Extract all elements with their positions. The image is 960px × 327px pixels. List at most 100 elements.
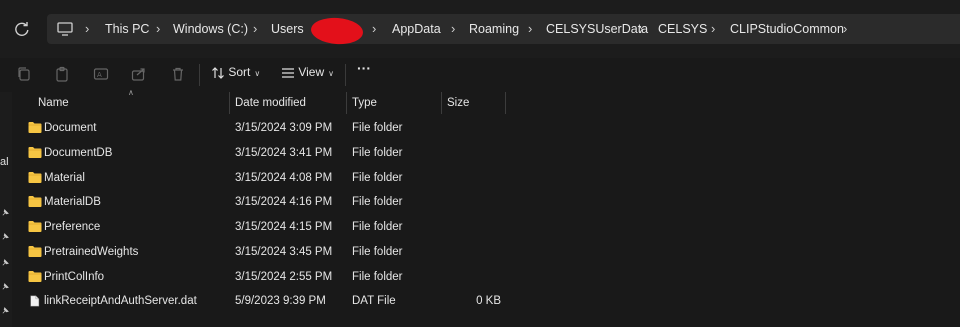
toolbar-divider [345, 64, 346, 86]
file-size [452, 265, 501, 289]
nav-pane-label[interactable]: al [0, 156, 9, 168]
breadcrumb-clipstudiocommon[interactable]: CLIPStudioCommon [730, 14, 844, 44]
chevron-right-icon[interactable]: › [253, 14, 257, 44]
file-type: File folder [352, 122, 403, 134]
column-header-date-modified[interactable]: Date modified [235, 92, 306, 114]
file-name: PrintColInfo [44, 271, 105, 283]
file-type: File folder [352, 196, 403, 208]
breadcrumb-windows-c[interactable]: Windows (C:) [173, 14, 248, 44]
file-date: 3/15/2024 2:55 PM [235, 271, 333, 283]
file-name: Document [44, 122, 97, 134]
copy-icon[interactable] [16, 66, 32, 82]
breadcrumb-appdata[interactable]: AppData [392, 14, 441, 44]
view-label: View [298, 65, 325, 79]
pin-icon [2, 259, 9, 266]
file-row[interactable]: DocumentDB 3/15/2024 3:41 PM File folder [12, 141, 960, 165]
file-name: Material [44, 172, 85, 184]
svg-text:A: A [97, 71, 102, 79]
file-size [452, 166, 501, 190]
file-date: 5/9/2023 9:39 PM [235, 295, 326, 307]
address-bar[interactable]: › This PC › Windows (C:) › Users › AppDa… [47, 14, 960, 44]
folder-icon [28, 221, 42, 232]
file-name: linkReceiptAndAuthServer.dat [44, 295, 197, 307]
sort-button[interactable]: Sort ∨ [211, 58, 260, 86]
breadcrumb-this-pc[interactable]: This PC [105, 14, 149, 44]
chevron-down-icon: ∨ [328, 69, 334, 78]
chevron-right-icon[interactable]: › [156, 14, 160, 44]
chevron-down-icon: ∨ [254, 69, 261, 78]
file-size [452, 215, 501, 239]
file-type: File folder [352, 246, 403, 258]
chevron-right-icon[interactable]: › [639, 14, 643, 44]
file-icon [30, 295, 40, 307]
sort-icon [212, 66, 224, 79]
file-row[interactable]: MaterialDB 3/15/2024 4:16 PM File folder [12, 190, 960, 214]
file-date: 3/15/2024 4:15 PM [235, 221, 333, 233]
column-divider[interactable] [229, 92, 230, 114]
folder-icon [28, 196, 42, 207]
file-row[interactable]: PrintColInfo 3/15/2024 2:55 PM File fold… [12, 265, 960, 289]
pin-icon [2, 233, 9, 240]
monitor-icon [57, 22, 73, 36]
toolbar-divider [199, 64, 200, 86]
pin-icon [2, 283, 9, 290]
file-row[interactable]: Document 3/15/2024 3:09 PM File folder [12, 116, 960, 140]
breadcrumb-roaming[interactable]: Roaming [469, 14, 519, 44]
breadcrumb-celsysuserdata[interactable]: CELSYSUserData [546, 14, 648, 44]
sort-ascending-icon: ∧ [128, 88, 134, 97]
folder-icon [28, 147, 42, 158]
file-size [452, 116, 501, 140]
file-date: 3/15/2024 3:45 PM [235, 246, 333, 258]
delete-icon[interactable] [170, 66, 186, 82]
chevron-right-icon[interactable]: › [451, 14, 455, 44]
breadcrumb-users[interactable]: Users [271, 14, 304, 44]
command-bar: A Sort ∨ View ∨ ··· [0, 58, 960, 92]
pin-icon [2, 307, 9, 314]
navigation-pane: al [0, 92, 12, 327]
column-divider[interactable] [441, 92, 442, 114]
address-bar-row: › This PC › Windows (C:) › Users › AppDa… [0, 0, 960, 58]
chevron-right-icon[interactable]: › [528, 14, 532, 44]
file-name: Preference [44, 221, 101, 233]
breadcrumb-celsys[interactable]: CELSYS [658, 14, 707, 44]
file-date: 3/15/2024 3:09 PM [235, 122, 333, 134]
file-size [452, 240, 501, 264]
file-size [452, 141, 501, 165]
pin-icon [2, 209, 9, 216]
file-size [452, 190, 501, 214]
rename-icon[interactable]: A [93, 66, 109, 82]
file-name: PretrainedWeights [44, 246, 139, 258]
chevron-right-icon[interactable]: › [372, 14, 376, 44]
file-name: MaterialDB [44, 196, 101, 208]
file-row[interactable]: Material 3/15/2024 4:08 PM File folder [12, 166, 960, 190]
more-options-button[interactable]: ··· [357, 54, 371, 82]
file-size: 0 KB [476, 295, 501, 307]
file-row[interactable]: Preference 3/15/2024 4:15 PM File folder [12, 215, 960, 239]
view-list-icon [282, 68, 294, 78]
file-name: DocumentDB [44, 147, 113, 159]
sort-label: Sort [228, 65, 251, 79]
file-row[interactable]: PretrainedWeights 3/15/2024 3:45 PM File… [12, 240, 960, 264]
file-type: File folder [352, 147, 403, 159]
file-type: File folder [352, 271, 403, 283]
file-date: 3/15/2024 4:16 PM [235, 196, 333, 208]
folder-icon [28, 246, 42, 257]
column-divider[interactable] [346, 92, 347, 114]
column-header-type[interactable]: Type [352, 92, 377, 114]
column-divider[interactable] [505, 92, 506, 114]
folder-icon [28, 172, 42, 183]
folder-icon [28, 122, 42, 133]
file-row[interactable]: linkReceiptAndAuthServer.dat 5/9/2023 9:… [12, 289, 960, 313]
file-date: 3/15/2024 4:08 PM [235, 172, 333, 184]
paste-icon[interactable] [54, 66, 70, 82]
refresh-icon[interactable] [12, 19, 32, 39]
share-icon[interactable] [131, 66, 147, 82]
view-button[interactable]: View ∨ [281, 58, 334, 86]
column-header-size[interactable]: Size [447, 92, 469, 114]
chevron-right-icon[interactable]: › [711, 14, 715, 44]
chevron-right-icon[interactable]: › [843, 14, 847, 44]
file-date: 3/15/2024 3:41 PM [235, 147, 333, 159]
file-type: File folder [352, 221, 403, 233]
column-header-name[interactable]: Name [38, 92, 69, 114]
chevron-right-icon[interactable]: › [85, 14, 89, 44]
